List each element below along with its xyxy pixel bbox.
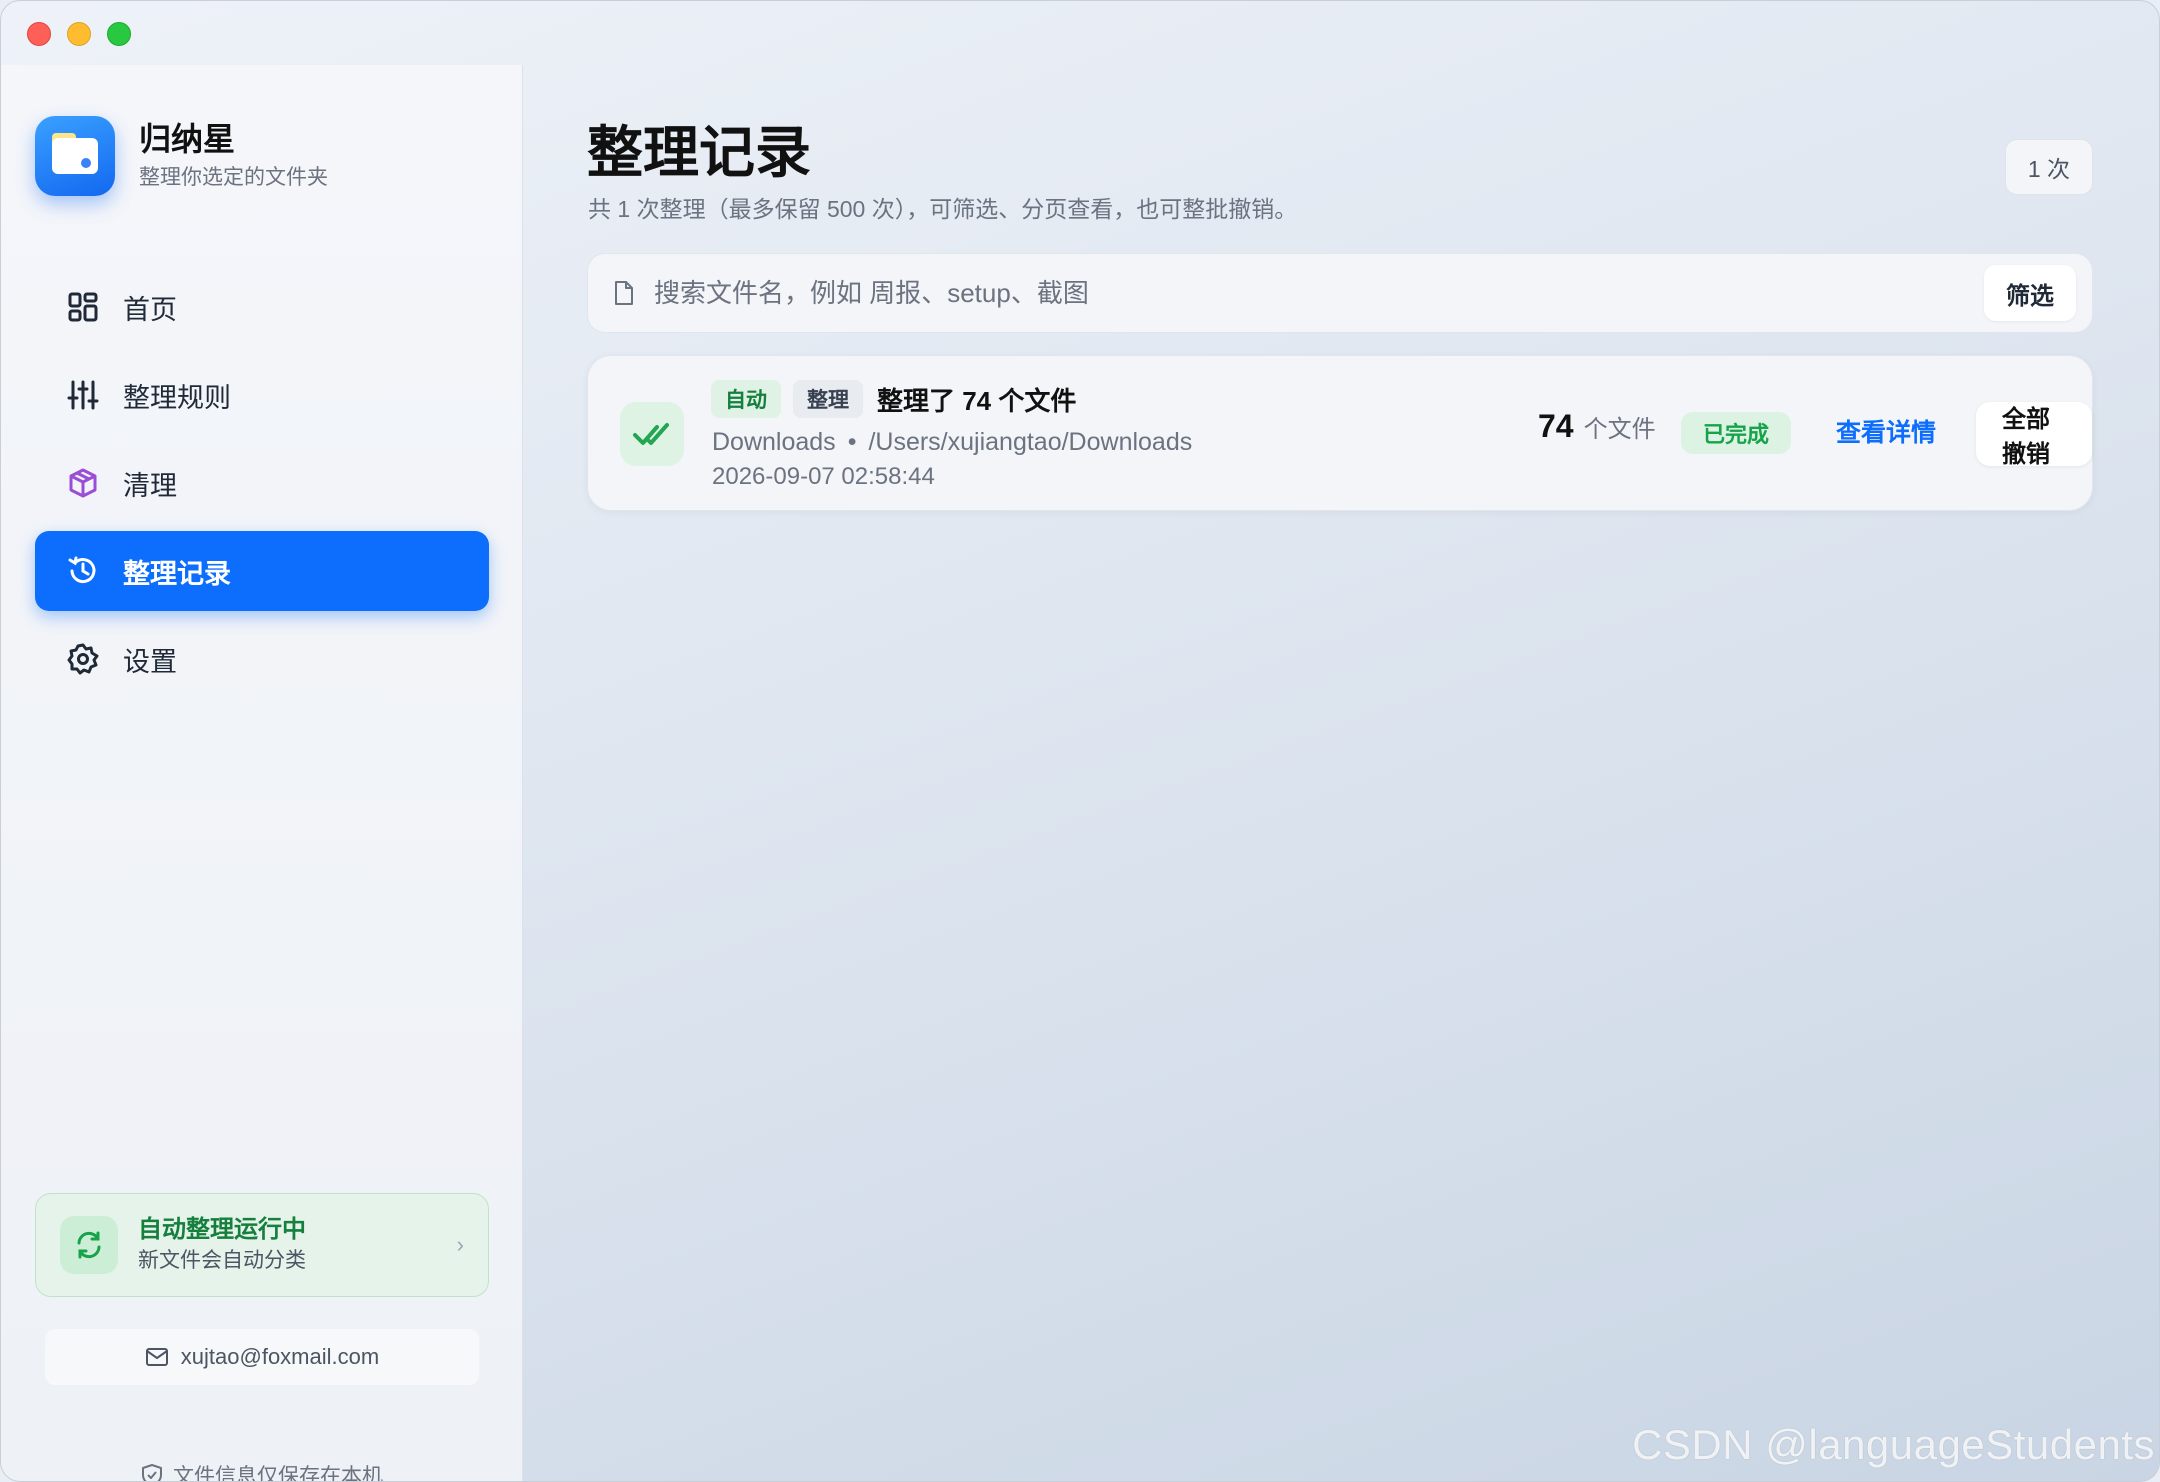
shield-icon bbox=[141, 1463, 163, 1481]
sidebar-item-label: 清理 bbox=[123, 470, 177, 501]
sidebar-item-home[interactable]: 首页 bbox=[35, 267, 489, 347]
sidebar-item-label: 整理规则 bbox=[123, 382, 231, 413]
file-count-unit: 个文件 bbox=[1583, 416, 1656, 443]
mode-tag: 自动 bbox=[711, 380, 781, 418]
close-window-button[interactable] bbox=[27, 22, 51, 46]
separator-dot: • bbox=[847, 428, 857, 456]
cube-icon bbox=[65, 465, 101, 501]
gear-icon bbox=[65, 641, 101, 677]
search-input[interactable] bbox=[654, 277, 1984, 309]
file-icon bbox=[614, 280, 634, 306]
auto-organize-status-card[interactable]: 自动整理运行中 新文件会自动分类 › bbox=[35, 1193, 489, 1297]
record-title: 整理了 74 个文件 bbox=[877, 385, 1077, 416]
record-file-count: 74 个文件 bbox=[1538, 408, 1656, 445]
sidebar-item-rules[interactable]: 整理规则 bbox=[35, 355, 489, 435]
sidebar-item-label: 首页 bbox=[123, 294, 177, 325]
sidebar-item-history[interactable]: 整理记录 bbox=[35, 531, 489, 611]
mail-icon bbox=[145, 1347, 169, 1367]
app-window: 归纳星 整理你选定的文件夹 首页 整理规则 清理 整理记录 设置 自动整理运行中… bbox=[0, 0, 2160, 1482]
undo-all-button[interactable]: 全部撤销 bbox=[1976, 402, 2092, 468]
record-timestamp: 2026-09-07 02:58:44 bbox=[712, 463, 935, 490]
sidebar-item-label: 设置 bbox=[123, 646, 177, 677]
app-logo-icon bbox=[35, 116, 115, 196]
file-count-number: 74 bbox=[1538, 408, 1574, 444]
email-text: xujtao@foxmail.com bbox=[180, 1344, 380, 1369]
sliders-icon bbox=[65, 377, 101, 413]
double-check-icon bbox=[620, 402, 684, 466]
record-location: Downloads • /Users/xujiangtao/Downloads bbox=[712, 424, 1192, 460]
page-subtitle: 共 1 次整理（最多保留 500 次），可筛选、分页查看，也可整批撤销。 bbox=[588, 196, 1298, 222]
record-count-badge: 1 次 bbox=[2004, 139, 2093, 195]
type-tag: 整理 bbox=[793, 380, 863, 418]
history-record-card: 自动 整理 整理了 74 个文件 Downloads • /Users/xujian… bbox=[587, 355, 2093, 511]
sidebar-nav: 首页 整理规则 清理 整理记录 设置 bbox=[35, 267, 489, 707]
filter-button[interactable]: 筛选 bbox=[1984, 265, 2076, 321]
search-bar: 筛选 bbox=[587, 253, 2093, 333]
record-folder: Downloads bbox=[712, 428, 836, 456]
sidebar-item-clean[interactable]: 清理 bbox=[35, 443, 489, 523]
chevron-right-icon: › bbox=[456, 1232, 464, 1257]
record-path: /Users/xujiangtao/Downloads bbox=[868, 428, 1193, 456]
sidebar-item-settings[interactable]: 设置 bbox=[35, 619, 489, 699]
view-details-link[interactable]: 查看详情 bbox=[1836, 414, 1936, 452]
zoom-window-button[interactable] bbox=[107, 22, 131, 46]
account-email[interactable]: xujtao@foxmail.com bbox=[45, 1329, 479, 1385]
status-badge: 已完成 bbox=[1681, 412, 1792, 454]
main-content: 整理记录 共 1 次整理（最多保留 500 次），可筛选、分页查看，也可整批撤销… bbox=[524, 65, 2159, 1481]
sidebar-item-label: 整理记录 bbox=[123, 558, 231, 589]
app-tagline: 整理你选定的文件夹 bbox=[139, 166, 328, 189]
brand: 归纳星 整理你选定的文件夹 bbox=[35, 115, 328, 197]
watermark: CSDN @languageStudents bbox=[1632, 1421, 2155, 1468]
minimize-window-button[interactable] bbox=[67, 22, 91, 46]
page-title: 整理记录 bbox=[587, 121, 811, 184]
auto-status-title: 自动整理运行中 bbox=[138, 1216, 306, 1243]
privacy-note: 文件信息仅保存在本机 bbox=[45, 1459, 479, 1482]
title-bar bbox=[1, 1, 2159, 65]
auto-status-subtitle: 新文件会自动分类 bbox=[138, 1249, 306, 1272]
refresh-icon bbox=[60, 1216, 118, 1274]
app-name: 归纳星 bbox=[139, 121, 236, 157]
history-icon bbox=[65, 553, 101, 589]
sidebar: 归纳星 整理你选定的文件夹 首页 整理规则 清理 整理记录 设置 自动整理运行中… bbox=[1, 65, 523, 1482]
privacy-note-text: 文件信息仅保存在本机 bbox=[173, 1465, 383, 1482]
grid-icon bbox=[65, 289, 101, 325]
